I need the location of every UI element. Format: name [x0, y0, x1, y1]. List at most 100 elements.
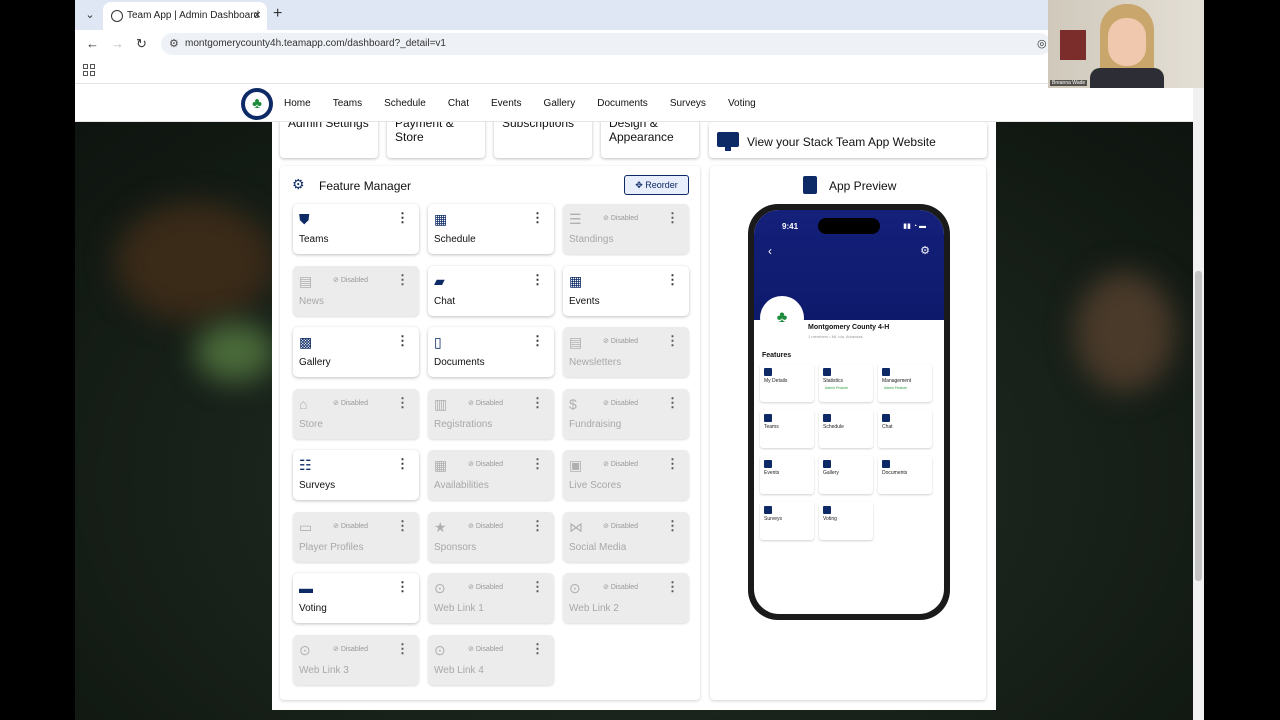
nav-voting[interactable]: Voting — [728, 98, 756, 109]
feature-tile-social-media[interactable]: ⋈ Disabled ⋮ Social Media — [563, 511, 689, 562]
view-website-button[interactable]: View your Stack Team App Website — [709, 122, 987, 158]
feature-tile-schedule[interactable]: ▦ ⋮ Schedule — [428, 204, 554, 254]
more-options-icon[interactable]: ⋮ — [531, 333, 544, 349]
nav-gallery[interactable]: Gallery — [544, 98, 576, 109]
feature-tile-surveys[interactable]: ☷ ⋮ Surveys — [293, 450, 419, 500]
url-text[interactable]: montgomerycounty4h.teamapp.com/dashboard… — [185, 38, 446, 49]
more-options-icon[interactable]: ⋮ — [396, 641, 409, 657]
globe-icon — [111, 10, 123, 22]
feature-tile-registrations[interactable]: ▥ Disabled ⋮ Registrations — [428, 388, 554, 439]
feature-name: Surveys — [299, 480, 336, 491]
back-icon[interactable]: ← — [86, 36, 99, 51]
design-appearance-tile[interactable]: Design & Appearance — [601, 122, 699, 158]
more-options-icon[interactable]: ⋮ — [531, 641, 544, 657]
new-tab-icon[interactable]: + — [273, 5, 282, 23]
feature-tile-fundraising[interactable]: $ Disabled ⋮ Fundraising — [563, 388, 689, 439]
tab-search-icon[interactable]: ⌄ — [81, 6, 99, 24]
club-logo[interactable]: ♣ — [241, 88, 273, 120]
apps-grid-icon[interactable] — [83, 64, 95, 76]
feature-tile-gallery[interactable]: ▩ ⋮ Gallery — [293, 327, 419, 377]
nav-events[interactable]: Events — [491, 98, 522, 109]
preview-tile-surveys[interactable]: Surveys — [760, 502, 814, 540]
payment-store-tile[interactable]: Payment & Store — [387, 122, 485, 158]
feature-tile-documents[interactable]: ▯ ⋮ Documents — [428, 327, 554, 377]
feature-tile-news[interactable]: ▤ Disabled ⋮ News — [293, 265, 419, 316]
preview-tile-my-details[interactable]: My Details — [760, 364, 814, 402]
gear-icon[interactable]: ⚙ — [920, 244, 930, 257]
scroll-thumb[interactable] — [1195, 271, 1202, 581]
more-options-icon[interactable]: ⋮ — [531, 210, 544, 226]
subscriptions-tile[interactable]: Subscriptions — [494, 122, 592, 158]
preview-tile-teams[interactable]: Teams — [760, 410, 814, 448]
feature-tile-sponsors[interactable]: ★ Disabled ⋮ Sponsors — [428, 511, 554, 562]
more-options-icon[interactable]: ⋮ — [666, 333, 679, 349]
more-options-icon[interactable]: ⋮ — [396, 210, 409, 226]
feature-tile-teams[interactable]: ⛊ ⋮ Teams — [293, 204, 419, 254]
more-options-icon[interactable]: ⋮ — [531, 395, 544, 411]
admin-settings-tile[interactable]: Admin Settings — [280, 122, 378, 158]
url-field[interactable]: ⚙ montgomerycounty4h.teamapp.com/dashboa… — [161, 33, 1051, 55]
feature-tile-chat[interactable]: ▰ ⋮ Chat — [428, 265, 554, 316]
more-options-icon[interactable]: ⋮ — [396, 272, 409, 288]
nav-links: Home Teams Schedule Chat Events Gallery Docume… — [284, 98, 778, 109]
preview-tile-gallery[interactable]: Gallery — [819, 456, 873, 494]
more-options-icon[interactable]: ⋮ — [531, 456, 544, 472]
nav-documents[interactable]: Documents — [597, 98, 648, 109]
phone-screen: 9:41 ▮▮ ◔ ▬ ‹ ⚙ ♣ Montgomery County 4-H … — [754, 210, 944, 614]
feature-tile-web-link-4[interactable]: ⊙ Disabled ⋮ Web Link 4 — [428, 634, 554, 685]
forward-icon[interactable]: → — [111, 36, 124, 51]
preview-tile-documents[interactable]: Documents — [878, 456, 932, 494]
more-options-icon[interactable]: ⋮ — [396, 456, 409, 472]
more-options-icon[interactable]: ⋮ — [396, 579, 409, 595]
feature-tile-web-link-2[interactable]: ⊙ Disabled ⋮ Web Link 2 — [563, 573, 689, 623]
preview-tile-schedule[interactable]: Schedule — [819, 410, 873, 448]
preview-tile-chat[interactable]: Chat — [878, 410, 932, 448]
nav-surveys[interactable]: Surveys — [670, 98, 706, 109]
reload-icon[interactable]: ↻ — [136, 36, 147, 52]
more-options-icon[interactable]: ⋮ — [666, 395, 679, 411]
more-options-icon[interactable]: ⋮ — [666, 272, 679, 288]
feature-tile-availabilities[interactable]: ▦ Disabled ⋮ Availabilities — [428, 450, 554, 500]
feature-tile-voting[interactable]: ▬ ⋮ Voting — [293, 573, 419, 623]
page-scrollbar[interactable] — [1193, 86, 1204, 720]
more-options-icon[interactable]: ⋮ — [396, 518, 409, 534]
org-name: Montgomery County 4-H — [808, 324, 890, 331]
nav-home[interactable]: Home — [284, 98, 311, 109]
more-options-icon[interactable]: ⋮ — [531, 272, 544, 288]
preview-tile-statistics[interactable]: Statistics Admin Feature — [819, 364, 873, 402]
more-options-icon[interactable]: ⋮ — [396, 333, 409, 349]
preview-tile-voting[interactable]: Voting — [819, 502, 873, 540]
feature-name: Chat — [434, 295, 456, 307]
more-options-icon[interactable]: ⋮ — [396, 395, 409, 411]
more-options-icon[interactable]: ⋮ — [666, 579, 679, 595]
feature-tile-store[interactable]: ⌂ Disabled ⋮ Store — [293, 388, 419, 439]
back-arrow-icon[interactable]: ‹ — [768, 244, 772, 258]
more-options-icon[interactable]: ⋮ — [531, 518, 544, 534]
close-tab-icon[interactable]: × — [253, 7, 261, 22]
eye-off-icon[interactable]: ◎ — [1037, 37, 1047, 50]
feature-name: Live Scores — [569, 480, 622, 491]
feature-tile-live-scores[interactable]: ▣ Disabled ⋮ Live Scores — [563, 450, 689, 500]
tab-active[interactable]: Team App | Admin Dashboard × — [103, 2, 267, 30]
feature-tile-events[interactable]: ▦ ⋮ Events — [563, 265, 689, 316]
preview-tile-events[interactable]: Events — [760, 456, 814, 494]
feature-tile-web-link-3[interactable]: ⊙ Disabled ⋮ Web Link 3 — [293, 634, 419, 685]
feature-tile-standings[interactable]: ☰ Disabled ⋮ Standings — [563, 204, 689, 254]
preview-tile-management[interactable]: Management Admin Feature — [878, 364, 932, 402]
nav-chat[interactable]: Chat — [448, 98, 469, 109]
more-options-icon[interactable]: ⋮ — [666, 456, 679, 472]
feature-tile-web-link-1[interactable]: ⊙ Disabled ⋮ Web Link 1 — [428, 573, 554, 623]
nav-teams[interactable]: Teams — [333, 98, 362, 109]
link-icon: ⊙ — [569, 580, 581, 596]
more-options-icon[interactable]: ⋮ — [531, 579, 544, 595]
more-options-icon[interactable]: ⋮ — [666, 210, 679, 226]
feature-tile-player-profiles[interactable]: ▭ Disabled ⋮ Player Profiles — [293, 511, 419, 562]
disabled-badge: Disabled — [468, 522, 503, 530]
fundraising-icon: $ — [569, 395, 577, 412]
nav-schedule[interactable]: Schedule — [384, 98, 426, 109]
more-options-icon[interactable]: ⋮ — [666, 518, 679, 534]
feature-tile-newsletters[interactable]: ▤ Disabled ⋮ Newsletters — [563, 327, 689, 377]
reorder-button[interactable]: ✥ Reorder — [624, 175, 689, 195]
link-icon: ⊙ — [434, 641, 446, 658]
site-settings-icon[interactable]: ⚙ — [169, 37, 179, 50]
